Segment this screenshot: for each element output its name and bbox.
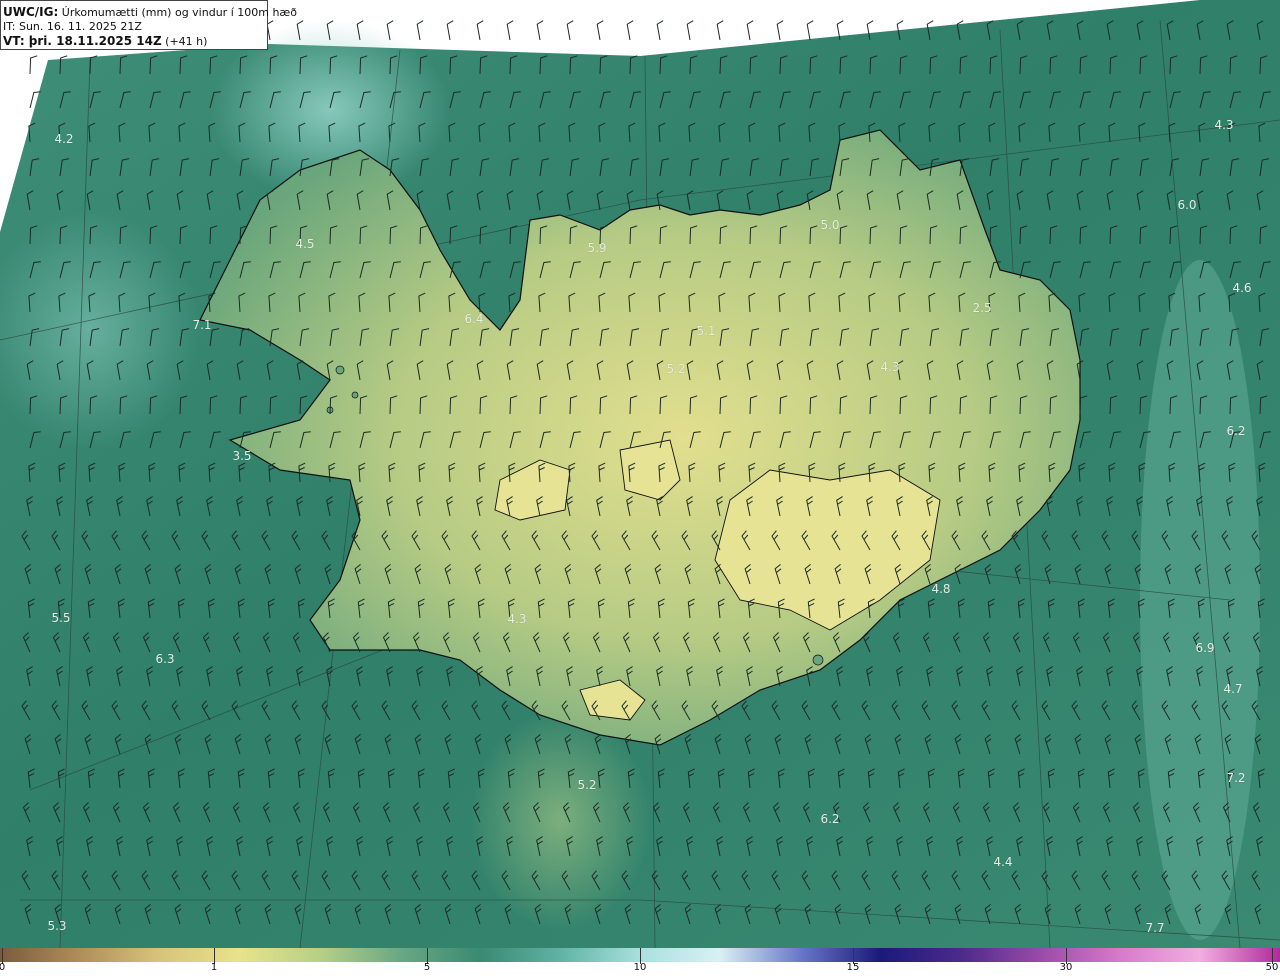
value-label: 6.9 <box>1195 641 1215 655</box>
value-label: 4.3 <box>1214 118 1234 132</box>
value-label: 3.5 <box>232 449 252 463</box>
value-label: 5.5 <box>51 611 71 625</box>
value-label: 4.8 <box>931 582 951 596</box>
value-label: 5.1 <box>696 324 716 338</box>
value-label: 4.3 <box>507 612 527 626</box>
valid-time-line: VT: þri. 18.11.2025 14Z (+41 h) <box>3 34 267 49</box>
value-label: 6.3 <box>155 652 175 666</box>
value-label: 6.0 <box>1177 198 1197 212</box>
value-label: 6.2 <box>820 812 840 826</box>
colorbar-tick-label: 0 <box>0 962 6 973</box>
colorbar-tick-label: 15 <box>846 962 860 973</box>
colorbar-tick-label: 50 <box>1265 962 1279 973</box>
value-label: 7.1 <box>192 318 212 332</box>
colorbar-tick-label: 10 <box>633 962 647 973</box>
value-label: 5.0 <box>820 218 840 232</box>
colorbar-tick-label: 1 <box>210 962 218 973</box>
forecast-info-box: UWC/IG: Úrkomumætti (mm) og vindur í 100… <box>0 0 297 50</box>
value-label: 2.5 <box>972 301 992 315</box>
title-line: UWC/IG: Úrkomumætti (mm) og vindur í 100… <box>3 5 297 20</box>
value-label: 5.3 <box>47 919 67 933</box>
value-label: 4.6 <box>1232 281 1252 295</box>
forecast-map <box>0 0 1280 948</box>
value-label: 6.2 <box>1226 424 1246 438</box>
valid-time: VT: þri. 18.11.2025 14Z <box>3 34 162 48</box>
value-label: 5.9 <box>587 241 607 255</box>
value-label: 4.4 <box>993 855 1013 869</box>
value-label: 4.7 <box>1223 682 1243 696</box>
model-name: UWC/IG: <box>3 5 59 19</box>
value-label: 4.5 <box>295 237 315 251</box>
value-label: 7.7 <box>1145 921 1165 935</box>
value-label: 5.2 <box>666 362 686 376</box>
initial-time: IT: Sun. 16. 11. 2025 21Z <box>3 20 142 33</box>
value-label: 4.2 <box>54 132 74 146</box>
south-plume <box>470 710 650 930</box>
value-label: 6.4 <box>464 312 484 326</box>
value-label: 5.2 <box>577 778 597 792</box>
field-description: Úrkomumætti (mm) og vindur í 100m hæð <box>58 6 297 19</box>
value-label: 4.3 <box>880 360 900 374</box>
value-label: 7.2 <box>1226 771 1246 785</box>
forecast-offset: (+41 h) <box>161 35 208 48</box>
colorbar-tick-label: 5 <box>423 962 431 973</box>
colorbar-tick-label: 30 <box>1059 962 1073 973</box>
